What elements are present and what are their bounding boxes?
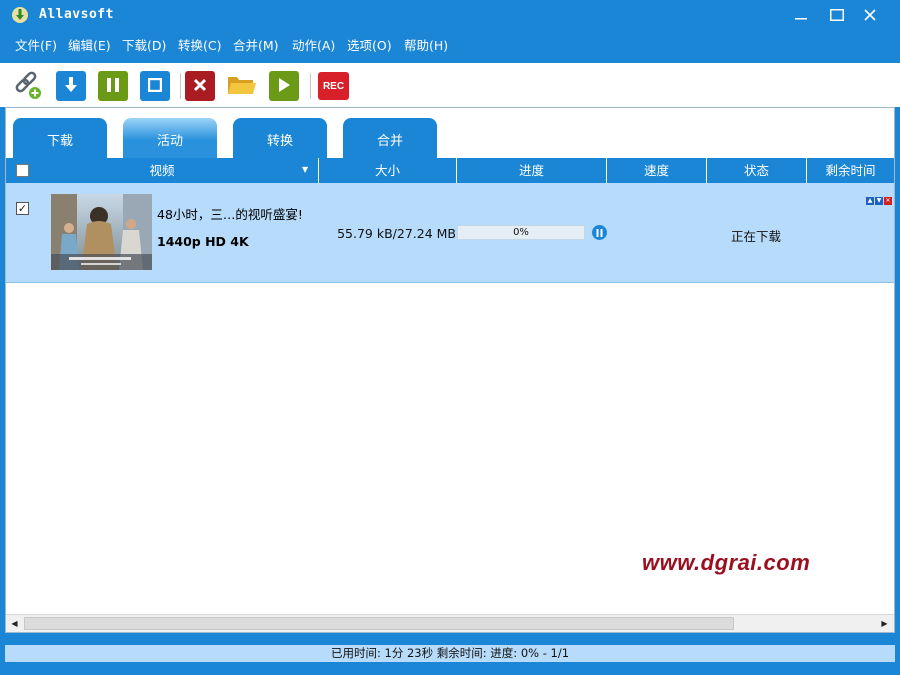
- close-x-icon: [193, 78, 207, 95]
- folder-icon: [227, 73, 257, 100]
- stop-icon: [147, 77, 163, 95]
- column-video[interactable]: 视频: [6, 158, 319, 183]
- maximize-button[interactable]: [822, 3, 852, 27]
- menu-download[interactable]: 下载(D): [122, 35, 166, 54]
- window-title: Allavsoft: [39, 7, 114, 22]
- tab-active[interactable]: 活动: [123, 118, 217, 158]
- delete-button[interactable]: [185, 71, 215, 101]
- pause-button[interactable]: [98, 71, 128, 101]
- menu-help[interactable]: 帮助(H): [404, 35, 448, 54]
- sort-arrow-icon: ▼: [302, 165, 309, 174]
- horizontal-scrollbar[interactable]: ◀ ▶: [6, 614, 894, 632]
- app-logo-icon: [11, 6, 29, 24]
- progress-bar: 0%: [457, 225, 585, 240]
- download-status: 正在下载: [730, 229, 781, 244]
- menu-convert[interactable]: 转换(C): [178, 35, 221, 54]
- menu-merge[interactable]: 合并(M): [233, 35, 279, 54]
- row-checkbox[interactable]: ✓: [16, 202, 29, 215]
- video-thumbnail: [51, 194, 152, 270]
- remove-row-icon[interactable]: ✕: [884, 197, 892, 205]
- column-status[interactable]: 状态: [707, 158, 807, 183]
- row-pause-button[interactable]: [592, 225, 607, 240]
- move-up-icon[interactable]: ▲: [866, 197, 874, 205]
- column-speed[interactable]: 速度: [607, 158, 707, 183]
- pause-icon: [106, 77, 120, 96]
- play-button[interactable]: [269, 71, 299, 101]
- title-bar: Allavsoft: [0, 0, 900, 30]
- toolbar: REC: [0, 63, 900, 107]
- menu-action[interactable]: 动作(A): [292, 35, 335, 54]
- pause-icon: [596, 226, 603, 240]
- progress-text: 0%: [513, 227, 529, 238]
- row-controls: ▲ ▼ ✕: [866, 197, 892, 205]
- download-button[interactable]: [56, 71, 86, 101]
- column-video-label: 视频: [149, 163, 175, 178]
- scroll-left-icon[interactable]: ◀: [6, 615, 23, 632]
- video-quality: 1440p HD 4K: [157, 234, 249, 249]
- download-arrow-icon: [63, 76, 79, 97]
- status-bar: 已用时间: 1分 23秒 剩余时间: 进度: 0% - 1/1: [5, 645, 895, 662]
- stop-button[interactable]: [140, 71, 170, 101]
- toolbar-separator: [310, 73, 311, 99]
- move-down-icon[interactable]: ▼: [875, 197, 883, 205]
- tab-convert[interactable]: 转换: [233, 118, 327, 158]
- add-url-button[interactable]: [13, 71, 43, 101]
- column-progress[interactable]: 进度: [457, 158, 607, 183]
- menu-bar: 文件(F) 编辑(E) 下载(D) 转换(C) 合并(M) 动作(A) 选项(O…: [0, 30, 900, 56]
- menu-file[interactable]: 文件(F): [15, 35, 57, 54]
- play-icon: [277, 77, 291, 96]
- download-list-panel: 下载 活动 转换 合并 视频 ▼ 大小 进度 速度 状态 剩余时间 ✓ 48小时…: [5, 107, 895, 633]
- tab-download[interactable]: 下载: [13, 118, 107, 158]
- open-folder-button[interactable]: [227, 71, 257, 101]
- minimize-button[interactable]: [786, 3, 816, 27]
- column-remaining-time[interactable]: 剩余时间: [807, 158, 894, 183]
- table-row[interactable]: ✓ 48小时，三…的视听盛宴! 1440p HD 4K 55.79 kB/27.…: [6, 183, 894, 283]
- scrollbar-thumb[interactable]: [24, 617, 734, 630]
- menu-options[interactable]: 选项(O): [347, 35, 392, 54]
- download-size: 55.79 kB/27.24 MB: [337, 226, 456, 241]
- column-size[interactable]: 大小: [319, 158, 457, 183]
- toolbar-separator: [180, 73, 181, 99]
- table-header: 视频 ▼ 大小 进度 速度 状态 剩余时间: [6, 158, 894, 183]
- watermark: www.dgrai.com: [642, 550, 811, 575]
- scroll-right-icon[interactable]: ▶: [876, 615, 893, 632]
- tab-merge[interactable]: 合并: [343, 118, 437, 158]
- menu-edit[interactable]: 编辑(E): [68, 35, 111, 54]
- link-add-icon: [13, 70, 43, 103]
- video-title: 48小时，三…的视听盛宴!: [157, 207, 303, 222]
- close-button[interactable]: [855, 3, 885, 27]
- record-button[interactable]: REC: [318, 72, 349, 100]
